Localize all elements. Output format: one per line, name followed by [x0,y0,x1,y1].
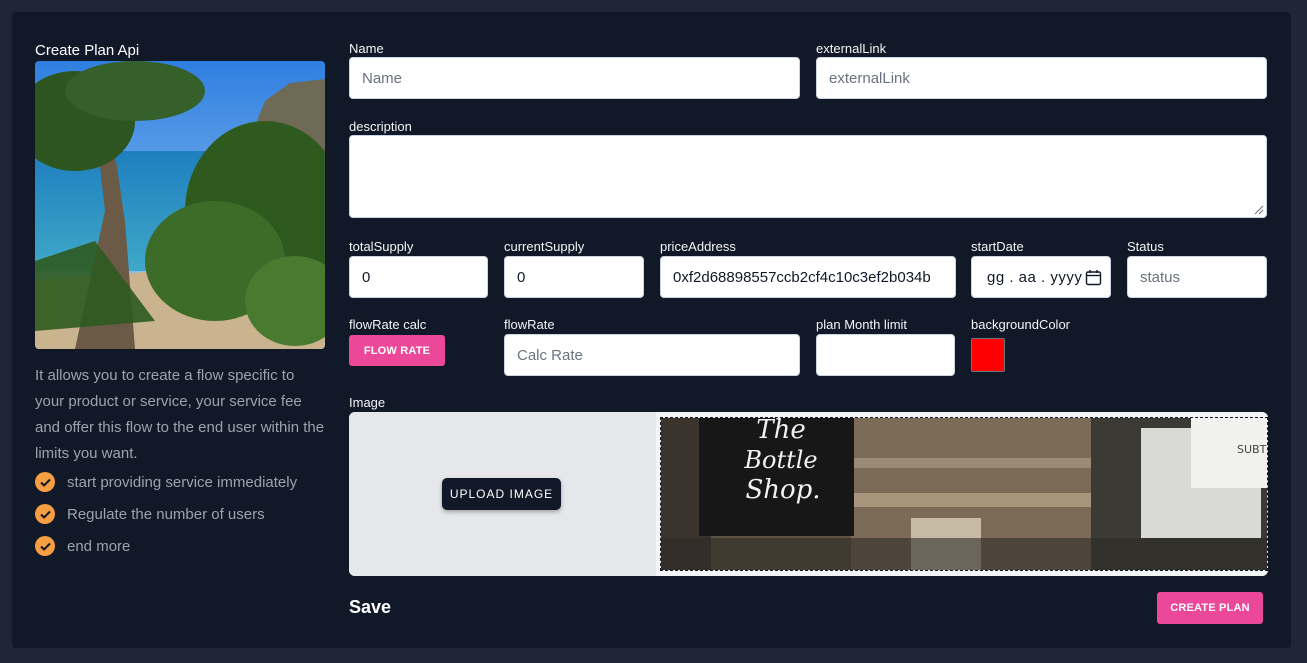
feature-item: Regulate the number of users [35,498,327,530]
image-preview: The Bottle Shop. SUBT [656,412,1268,576]
description-label: description [349,119,412,134]
plan-month-limit-input[interactable] [816,334,955,376]
name-input[interactable] [349,57,800,99]
feature-label: start providing service immediately [67,473,298,491]
status-input[interactable] [1127,256,1267,298]
price-address-input[interactable] [660,256,956,298]
image-upload-area: UPLOAD IMAGE The Bottle Shop. SUBT [349,412,1268,576]
start-date-input[interactable]: gg . aa . yyyy [971,256,1111,298]
panel-description: It allows you to create a flow specific … [35,367,325,462]
current-supply-label: currentSupply [504,239,585,254]
preview-image: The Bottle Shop. SUBT [660,417,1268,571]
resize-grip-icon[interactable] [1254,205,1264,215]
save-heading: Save [349,597,392,617]
preview-sign-line-2: Bottle [743,446,817,474]
feature-item: start providing service immediately [35,466,327,498]
flow-rate-label: flowRate [504,317,555,332]
feature-label: Regulate the number of users [67,505,265,523]
check-icon [35,536,55,556]
total-supply-label: totalSupply [349,239,414,254]
preview-side-text: SUBT [1237,443,1267,456]
current-supply-input[interactable] [504,256,644,298]
check-icon [35,472,55,492]
plan-month-limit-label: plan Month limit [816,317,908,332]
background-color-label: backgroundColor [971,317,1071,332]
create-plan-button[interactable]: CREATE PLAN [1157,592,1263,624]
feature-item: end more [35,530,327,562]
preview-sign-line-1: The [756,418,805,445]
background-color-picker[interactable] [971,338,1005,372]
hero-image [35,61,325,349]
feature-label: end more [67,537,131,555]
external-link-label: externalLink [816,41,887,56]
description-textarea[interactable] [349,135,1267,218]
price-address-label: priceAddress [660,239,736,254]
flow-rate-button[interactable]: FLOW RATE [349,335,445,366]
start-date-placeholder: gg . aa . yyyy [987,268,1083,286]
name-label: Name [349,41,384,56]
upload-image-button[interactable]: UPLOAD IMAGE [442,478,561,510]
flow-rate-input[interactable] [504,334,800,376]
external-link-input[interactable] [816,57,1267,99]
image-label: Image [349,395,386,410]
calendar-icon[interactable] [1085,269,1102,286]
preview-sign-line-3: Shop. [745,475,820,505]
feature-list: start providing service immediately Regu… [35,466,327,562]
flow-rate-calc-label: flowRate calc [349,317,427,332]
status-label: Status [1127,239,1164,254]
panel-title: Create Plan Api [35,42,140,59]
check-icon [35,504,55,524]
start-date-label: startDate [971,239,1024,254]
total-supply-input[interactable] [349,256,488,298]
left-panel: Create Plan Api It allows you to create … [35,42,327,556]
upload-dropzone[interactable]: UPLOAD IMAGE [349,412,655,576]
description-wrapper [349,135,1267,218]
